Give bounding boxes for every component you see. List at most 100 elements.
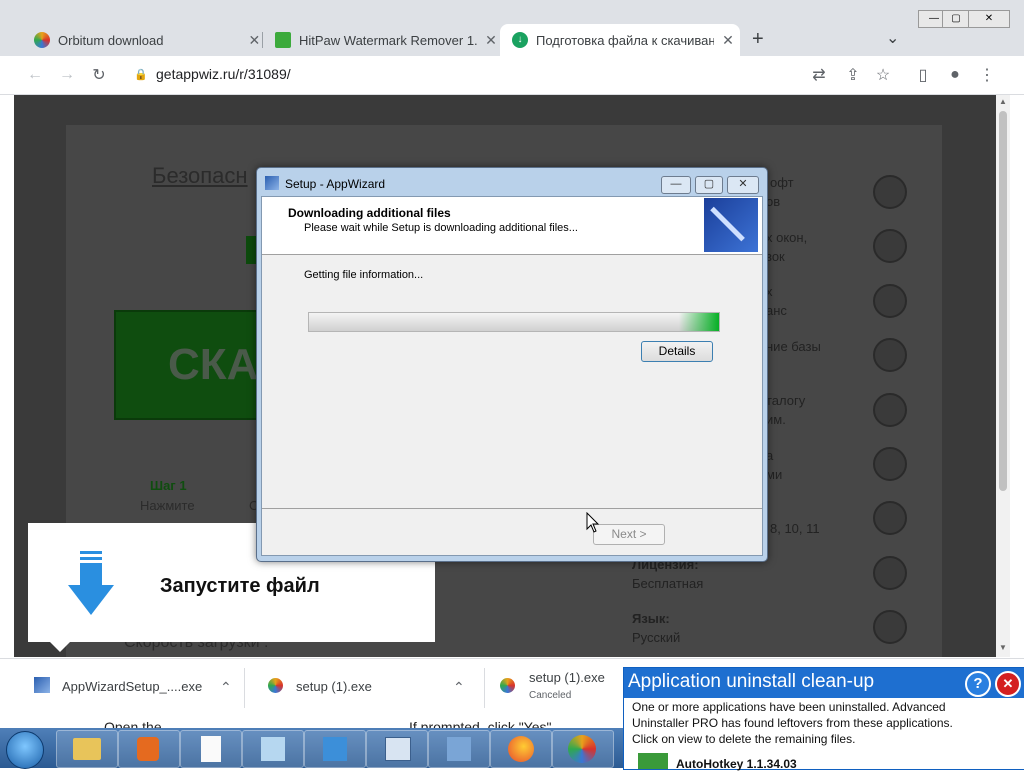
download-options-chevron-icon[interactable]: ⌃ bbox=[453, 679, 465, 696]
lock-icon[interactable]: 🔒 bbox=[134, 68, 148, 81]
translate-icon[interactable]: ⇄ bbox=[806, 62, 832, 88]
scroll-down-icon[interactable]: ▼ bbox=[997, 643, 1009, 653]
taskbar-media-player[interactable] bbox=[118, 730, 180, 768]
status-text: Getting file information... bbox=[304, 269, 424, 281]
wizard-wand-icon bbox=[704, 198, 758, 252]
url-text[interactable]: getappwiz.ru/r/31089/ bbox=[156, 66, 291, 82]
taskbar-notepad[interactable] bbox=[180, 730, 242, 768]
close-icon[interactable]: ✕ bbox=[995, 671, 1021, 697]
notification-header: Application uninstall clean-up ? ✕ bbox=[624, 668, 1024, 698]
shield-icon bbox=[323, 737, 347, 761]
download-button-label: СКА bbox=[168, 340, 259, 389]
media-player-icon bbox=[137, 737, 159, 761]
tab-title: Подготовка файла к скачиванию bbox=[536, 32, 714, 48]
autohotkey-icon bbox=[638, 753, 668, 769]
dialog-minimize-button[interactable]: — bbox=[661, 176, 691, 194]
details-button[interactable]: Details bbox=[641, 341, 713, 362]
download-item-name[interactable]: AppWizardSetup_....exe bbox=[62, 679, 202, 719]
dialog-maximize-button[interactable]: ▢ bbox=[695, 176, 723, 194]
clock-icon bbox=[873, 338, 907, 372]
feature-text: х окон, bbox=[766, 230, 808, 245]
feature-text: офт bbox=[770, 175, 794, 190]
scroll-up-icon[interactable]: ▲ bbox=[997, 97, 1009, 107]
download-arrow-icon: ↓ bbox=[512, 32, 528, 48]
next-button[interactable]: Next > bbox=[593, 524, 665, 545]
setup-dialog: Setup - AppWizard — ▢ ✕ Downloading addi… bbox=[256, 167, 768, 562]
mouse-cursor-icon bbox=[586, 512, 600, 533]
hitpaw-icon bbox=[275, 32, 291, 48]
reload-button[interactable]: ↻ bbox=[86, 62, 112, 88]
dialog-close-button[interactable]: ✕ bbox=[727, 176, 759, 194]
feature-text: ми bbox=[766, 467, 783, 482]
feature-text: ние базы bbox=[766, 339, 821, 354]
control-panel-icon bbox=[447, 737, 471, 761]
new-tab-button[interactable]: + bbox=[752, 28, 764, 51]
download-arrow-icon bbox=[68, 551, 114, 615]
tab-search-button[interactable]: ⌄ bbox=[886, 28, 899, 48]
dialog-body: Downloading additional files Please wait… bbox=[261, 196, 763, 556]
tab-title: Orbitum download bbox=[58, 32, 164, 48]
window-close-button[interactable]: ✕ bbox=[968, 10, 1010, 28]
taskbar-setup[interactable] bbox=[366, 730, 428, 768]
tab-close-icon[interactable]: ✕ bbox=[483, 32, 499, 49]
window-maximize-button[interactable]: ▢ bbox=[942, 10, 970, 28]
page-heading: Безопасн bbox=[152, 163, 248, 188]
user-icon bbox=[873, 284, 907, 318]
tab-hitpaw[interactable]: HitPaw Watermark Remover 1.4.0 ✕ bbox=[263, 24, 499, 56]
step-label: Шаг 1 bbox=[150, 478, 187, 493]
document-icon bbox=[201, 736, 221, 762]
notification-body: One or more applications have been unins… bbox=[632, 700, 953, 746]
download-status: Canceled bbox=[529, 690, 572, 701]
progress-fill bbox=[309, 313, 719, 331]
search-icon bbox=[873, 393, 907, 427]
tab-close-icon[interactable]: ✕ bbox=[247, 32, 262, 49]
download-item-name[interactable]: setup (1).exe bbox=[296, 679, 372, 719]
scrollbar-thumb[interactable] bbox=[999, 111, 1007, 491]
forward-button[interactable]: → bbox=[54, 62, 80, 88]
language-icon bbox=[873, 610, 907, 644]
feature-text: зок bbox=[766, 249, 785, 264]
taskbar-wordpad[interactable] bbox=[242, 730, 304, 768]
orbitum-icon bbox=[568, 735, 596, 763]
profile-icon[interactable]: ● bbox=[942, 62, 968, 88]
tab-close-icon[interactable]: ✕ bbox=[720, 32, 736, 49]
popup-text: Запустите файл bbox=[160, 575, 320, 597]
license-value: Бесплатная bbox=[632, 576, 704, 591]
tab-title: HitPaw Watermark Remover 1.4.0 bbox=[299, 32, 477, 48]
folder-icon bbox=[73, 738, 101, 760]
appwizard-icon bbox=[265, 176, 279, 190]
back-button[interactable]: ← bbox=[22, 62, 48, 88]
dialog-separator bbox=[262, 508, 762, 509]
tab-download-prep[interactable]: ↓ Подготовка файла к скачиванию ✕ bbox=[500, 24, 740, 56]
shield-icon bbox=[873, 447, 907, 481]
page-scrollbar[interactable]: ▲ ▼ bbox=[996, 95, 1010, 657]
taskbar-installer[interactable] bbox=[304, 730, 366, 768]
progress-bar bbox=[308, 312, 720, 332]
taskbar-explorer[interactable] bbox=[56, 730, 118, 768]
side-panel-icon[interactable]: ▯ bbox=[910, 62, 936, 88]
dialog-title: Setup - AppWizard bbox=[285, 177, 386, 191]
start-button[interactable] bbox=[6, 731, 44, 769]
download-big-button[interactable]: СКА bbox=[114, 310, 264, 420]
windows-icon bbox=[873, 501, 907, 535]
browser-menu-icon[interactable]: ⋮ bbox=[974, 62, 1000, 88]
uninstaller-notification: Application uninstall clean-up ? ✕ One o… bbox=[623, 667, 1024, 771]
firefox-icon bbox=[508, 736, 534, 762]
download-options-chevron-icon[interactable]: ⌃ bbox=[220, 679, 232, 696]
orbitum-file-icon bbox=[500, 678, 515, 693]
orbitum-file-icon bbox=[268, 678, 283, 693]
help-icon[interactable]: ? bbox=[965, 671, 991, 697]
leftover-app-name[interactable]: AutoHotkey 1.1.34.03 bbox=[676, 757, 797, 771]
share-icon[interactable]: ⇪ bbox=[840, 62, 866, 88]
tab-orbitum[interactable]: Orbitum download ✕ bbox=[22, 24, 262, 56]
feature-text: талогу bbox=[766, 393, 806, 408]
bookmark-star-icon[interactable]: ☆ bbox=[870, 62, 896, 88]
taskbar-orbitum[interactable] bbox=[552, 730, 614, 768]
download-item-name[interactable]: setup (1).exe bbox=[529, 670, 605, 685]
header-title: Downloading additional files bbox=[288, 206, 451, 220]
taskbar-firefox[interactable] bbox=[490, 730, 552, 768]
popup-pointer bbox=[50, 642, 70, 652]
feature-text: им. bbox=[766, 412, 786, 427]
taskbar-control-panel[interactable] bbox=[428, 730, 490, 768]
setup-window-icon bbox=[385, 737, 411, 761]
